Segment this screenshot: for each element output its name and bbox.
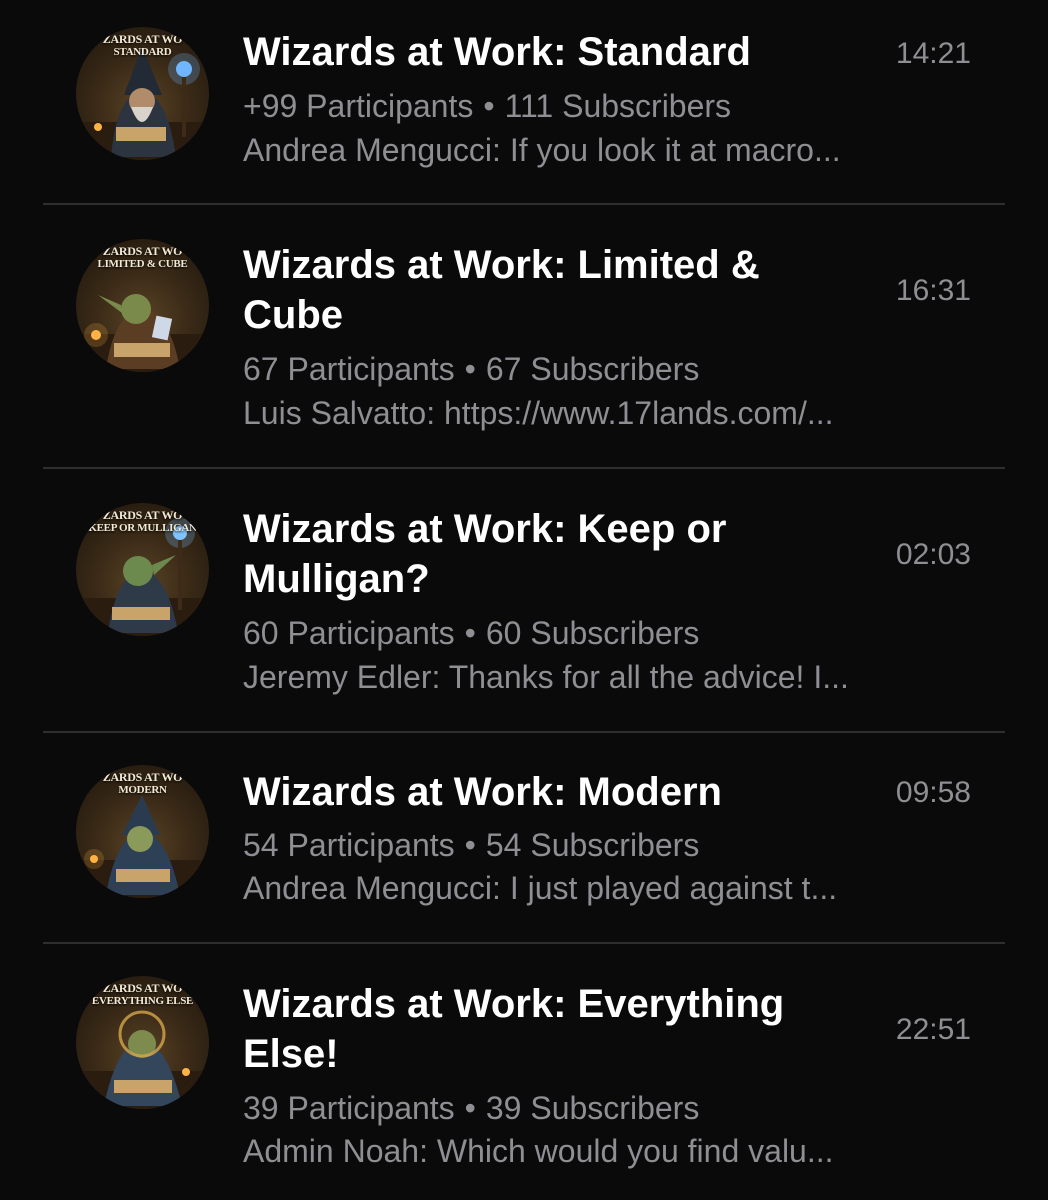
chat-title: Wizards at Work: Standard (243, 30, 751, 74)
chat-time: 02:03 (895, 538, 971, 571)
avatar-caption-bottom: EVERYTHING ELSE (91, 995, 194, 1007)
chat-title: Wizards at Work: Limited & Cube (243, 243, 760, 337)
avatar-caption-bottom: STANDARD (113, 46, 172, 58)
chat-time: 09:58 (895, 776, 971, 809)
separator-dot: • (464, 827, 476, 863)
chat-meta: 39 Participants • 39 Subscribers (243, 1088, 983, 1128)
chat-row-everything-else[interactable]: ZARDS AT WO EVERYTHING ELSE Wizards at W… (0, 944, 1048, 1200)
participants-count: 67 Participants (243, 351, 455, 387)
channel-avatar: ZARDS AT WO MODERN (76, 765, 209, 898)
last-message-preview: Jeremy Edler: Thanks for all the advice!… (243, 659, 849, 695)
channel-avatar: ZARDS AT WO LIMITED & CUBE (76, 239, 209, 372)
chat-meta: 67 Participants • 67 Subscribers (243, 349, 983, 389)
subscribers-count: 39 Subscribers (485, 1090, 700, 1126)
chat-title: Wizards at Work: Modern (243, 770, 722, 814)
channel-avatar: ZARDS AT WO STANDARD (76, 27, 209, 160)
subscribers-count: 67 Subscribers (485, 351, 700, 387)
separator-dot: • (464, 1090, 476, 1126)
chat-time: 16:31 (895, 274, 971, 307)
chat-row-keep-or-mulligan[interactable]: ZARDS AT WO KEEP OR MULLIGAN Wizards at … (0, 469, 1048, 732)
chat-meta: +99 Participants • 111 Subscribers (243, 86, 983, 126)
channel-avatar: ZARDS AT WO KEEP OR MULLIGAN (76, 503, 209, 636)
avatar-caption-bottom: MODERN (118, 784, 167, 796)
chat-meta: 60 Participants • 60 Subscribers (243, 613, 983, 653)
chat-row-limited-cube[interactable]: ZARDS AT WO LIMITED & CUBE Wizards at Wo… (0, 205, 1048, 468)
chat-title: Wizards at Work: Everything Else! (243, 982, 785, 1076)
avatar-caption-top: ZARDS AT WO (102, 508, 183, 522)
channel-avatar: ZARDS AT WO EVERYTHING ELSE (76, 976, 209, 1109)
chat-time: 22:51 (895, 1013, 971, 1046)
participants-count: 39 Participants (243, 1090, 455, 1126)
separator-dot: • (464, 615, 476, 651)
last-message-preview: Luis Salvatto: https://www.17lands.com/.… (243, 395, 834, 431)
last-message-preview: Admin Noah: Which would you find valu... (243, 1133, 834, 1169)
chat-row-modern[interactable]: ZARDS AT WO MODERN Wizards at Work: Mode… (0, 733, 1048, 943)
channel-list: ZARDS AT WO STANDARD Wizards at Work: St… (0, 0, 1048, 1200)
subscribers-count: 60 Subscribers (485, 615, 700, 651)
subscribers-count: 54 Subscribers (485, 827, 700, 863)
avatar-caption-bottom: KEEP OR MULLIGAN (88, 522, 197, 534)
subscribers-count: 111 Subscribers (504, 88, 732, 124)
last-message-preview: Andrea Mengucci: I just played against t… (243, 870, 838, 906)
chat-title: Wizards at Work: Keep or Mulligan? (243, 507, 727, 601)
last-message-preview: Andrea Mengucci: If you look it at macro… (243, 132, 841, 168)
avatar-caption-top: ZARDS AT WO (102, 244, 183, 258)
participants-count: 60 Participants (243, 615, 455, 651)
avatar-caption-bottom: LIMITED & CUBE (97, 258, 188, 270)
separator-dot: • (464, 351, 476, 387)
avatar-caption-top: ZARDS AT WO (102, 981, 183, 995)
chat-row-standard[interactable]: ZARDS AT WO STANDARD Wizards at Work: St… (0, 0, 1048, 205)
participants-count: +99 Participants (243, 88, 474, 124)
avatar-caption-top: ZARDS AT WO (102, 770, 183, 784)
chat-meta: 54 Participants • 54 Subscribers (243, 825, 983, 865)
separator-dot: • (483, 88, 495, 124)
participants-count: 54 Participants (243, 827, 455, 863)
chat-time: 14:21 (895, 37, 971, 70)
avatar-caption-top: ZARDS AT WO (102, 32, 183, 46)
